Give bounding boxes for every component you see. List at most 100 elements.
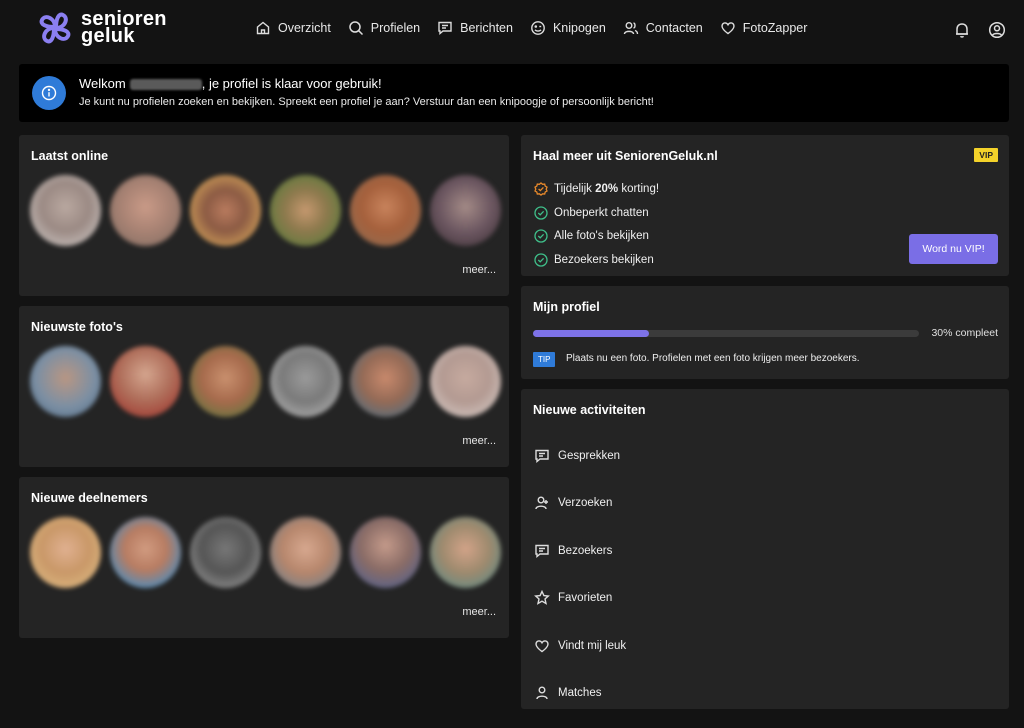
avatar[interactable] [430,517,501,588]
nav-label: Profielen [370,21,421,35]
brand-logo[interactable]: senioren geluk [37,9,167,47]
vip-benefit-item: Onbeperkt chatten [534,201,659,225]
activity-label: Vindt mij leuk [558,639,627,652]
account-icon[interactable] [988,21,1006,39]
avatar[interactable] [270,517,341,588]
activity-label: Favorieten [558,592,613,605]
nav-label: Overzicht [278,21,331,35]
profile-progress-bar [533,330,919,337]
panel-vip-promo: Haal meer uit SeniorenGeluk.nl VIP Tijde… [521,135,1009,276]
avatar[interactable] [350,346,421,417]
nav-item-knipogen[interactable]: Knipogen [530,20,606,36]
activity-item-matches[interactable]: Matches [534,670,626,718]
avatar[interactable] [110,517,181,588]
avatar[interactable] [430,175,501,246]
activity-label: Matches [558,687,602,700]
avatar-row [30,175,510,246]
welcome-message: Je kunt nu profielen zoeken en bekijken.… [79,96,654,108]
avatar[interactable] [30,517,101,588]
brand-name: senioren geluk [81,9,167,47]
nav-item-berichten[interactable]: Berichten [437,20,513,36]
vip-benefit-text: Bezoekers bekijken [554,253,654,266]
nav-item-profielen[interactable]: Profielen [348,20,420,36]
vip-benefit-item: Bezoekers bekijken [534,248,659,272]
avatar[interactable] [30,346,101,417]
activity-item-bezoekers[interactable]: Bezoekers [534,527,626,575]
nav-item-contacten[interactable]: Contacten [623,20,703,36]
contacts-icon [623,22,638,35]
profile-progress-fill [533,330,649,337]
avatar[interactable] [190,346,261,417]
nav-label: Berichten [460,21,513,35]
avatar[interactable] [110,175,181,246]
more-link[interactable]: meer... [462,264,496,276]
panel-title: Nieuwe activiteiten [533,403,646,417]
avatar[interactable] [190,517,261,588]
avatar[interactable] [350,517,421,588]
vip-badge: VIP [974,148,998,162]
nav-item-overzicht[interactable]: Overzicht [255,20,331,36]
info-icon [32,76,66,110]
star-icon [534,590,550,606]
nav-label: Knipogen [552,21,606,35]
panel-title: Laatst online [31,149,109,163]
profile-progress-label: 30% compleet [931,327,998,339]
heart-icon [721,22,735,35]
panel-nieuwste-fotos: Nieuwste foto's meer... [19,306,509,467]
chat-icon [535,449,549,463]
vip-benefits-list: Tijdelijk 20% korting! Onbeperkt chatten… [534,177,659,272]
vip-benefit-text: Onbeperkt chatten [554,206,649,219]
top-header: senioren geluk Overzicht Profielen Beric… [0,0,1024,62]
message-icon [438,21,452,35]
welcome-greeting: Welkom [79,76,126,91]
avatar-row [30,346,510,417]
panel-mijn-profiel: Mijn profiel 30% compleet TIP Plaats nu … [521,286,1009,379]
avatar-row [30,517,510,588]
home-icon [256,21,270,35]
clover-logo-icon [39,12,71,44]
tip-badge: TIP [533,352,556,367]
activity-label: Gesprekken [558,449,621,462]
avatar[interactable] [30,175,101,246]
header-actions [936,21,1006,39]
welcome-heading: Welkom , je profiel is klaar voor gebruik… [79,76,382,91]
brand-line2: geluk [81,25,135,47]
welcome-suffix: , je profiel is klaar voor gebruik! [201,76,382,91]
heart-icon [535,639,549,653]
welcome-banner: Welkom , je profiel is klaar voor gebruik… [19,64,1009,122]
check-circle-icon [534,253,548,267]
become-vip-button[interactable]: Word nu VIP! [909,234,998,264]
blurred-username [129,79,202,91]
panel-nieuwe-activiteiten: Nieuwe activiteiten Gesprekken Verzoeken… [521,389,1009,709]
panel-nieuwe-deelnemers: Nieuwe deelnemers meer... [19,477,509,638]
more-link[interactable]: meer... [462,606,496,618]
panel-title: Mijn profiel [533,300,600,314]
more-link[interactable]: meer... [462,435,496,447]
avatar[interactable] [110,346,181,417]
tip-text[interactable]: Plaats nu een foto. Profielen met een fo… [566,353,860,364]
activity-item-favorieten[interactable]: Favorieten [534,575,626,623]
main-nav: Overzicht Profielen Berichten Knipogen C… [255,20,824,36]
avatar[interactable] [190,175,261,246]
bell-icon[interactable] [953,21,971,39]
avatar[interactable] [350,175,421,246]
vip-benefit-item: Alle foto's bekijken [534,224,659,248]
panel-laatst-online: Laatst online meer... [19,135,509,296]
activity-label: Bezoekers [558,544,613,557]
activity-item-vindt-mij-leuk[interactable]: Vindt mij leuk [534,622,626,670]
chat-icon [535,544,549,558]
activity-item-verzoeken[interactable]: Verzoeken [534,480,626,528]
activity-item-gesprekken[interactable]: Gesprekken [534,432,626,480]
avatar[interactable] [270,175,341,246]
activities-list: Gesprekken Verzoeken Bezoekers Favoriete… [534,432,626,717]
nav-label: Contacten [645,21,703,35]
badge-check-icon [534,182,548,196]
avatar[interactable] [270,346,341,417]
panel-title: Nieuwste foto's [31,320,123,334]
check-circle-icon [534,229,548,243]
nav-label: FotoZapper [742,21,808,35]
search-icon [349,21,363,36]
vip-benefit-text: Tijdelijk 20% korting! [554,182,660,195]
avatar[interactable] [430,346,501,417]
nav-item-fotozapper[interactable]: FotoZapper [720,20,808,36]
